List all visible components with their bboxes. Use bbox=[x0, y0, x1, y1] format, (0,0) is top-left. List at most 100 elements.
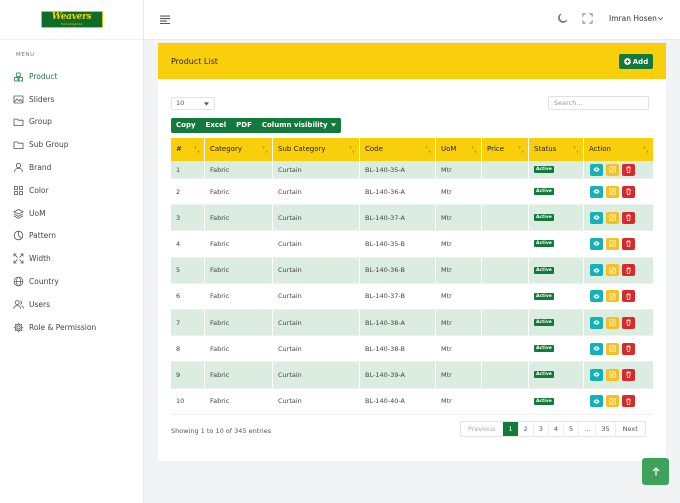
cell-price bbox=[482, 257, 529, 283]
sort-icon bbox=[643, 146, 649, 153]
cell-status: Active bbox=[529, 257, 584, 283]
edit-button[interactable] bbox=[606, 316, 619, 329]
sidebar-item-country[interactable]: Country bbox=[0, 270, 143, 293]
page-2[interactable]: 2 bbox=[519, 422, 534, 436]
view-button[interactable] bbox=[590, 395, 603, 408]
column-header-uom[interactable]: UoM bbox=[436, 138, 482, 161]
hamburger-menu-icon[interactable] bbox=[160, 15, 170, 24]
status-badge: Active bbox=[534, 166, 554, 173]
delete-button[interactable] bbox=[622, 185, 635, 198]
page-3[interactable]: 3 bbox=[534, 422, 549, 436]
delete-button[interactable] bbox=[622, 316, 635, 329]
view-button[interactable] bbox=[590, 211, 603, 224]
delete-button[interactable] bbox=[622, 395, 635, 408]
cell-uom: Mtr bbox=[436, 161, 482, 178]
sidebar-item-uom[interactable]: UoM bbox=[0, 202, 143, 225]
cell-no: 8 bbox=[171, 336, 205, 362]
edit-icon bbox=[609, 371, 616, 378]
view-button[interactable] bbox=[590, 316, 603, 329]
cell-code: BL-140-35-B bbox=[360, 231, 436, 257]
add-product-button[interactable]: Add bbox=[619, 54, 653, 69]
edit-button[interactable] bbox=[606, 264, 619, 277]
delete-button[interactable] bbox=[622, 368, 635, 381]
search-input[interactable]: Search... bbox=[548, 96, 649, 110]
sidebar-item-width[interactable]: Width bbox=[0, 247, 143, 270]
delete-button[interactable] bbox=[622, 290, 635, 303]
status-badge: Active bbox=[534, 188, 554, 196]
sort-icon bbox=[425, 146, 431, 153]
cell-code: BL-140-40-A bbox=[360, 388, 436, 414]
sidebar-item-label: Brand bbox=[29, 163, 52, 173]
column-header-category[interactable]: Category bbox=[205, 138, 273, 161]
page-length-select[interactable]: 10 bbox=[171, 97, 215, 110]
page-1[interactable]: 1 bbox=[503, 422, 519, 436]
edit-button[interactable] bbox=[606, 290, 619, 303]
edit-button[interactable] bbox=[606, 211, 619, 224]
sidebar-item-brand[interactable]: Brand bbox=[0, 156, 143, 179]
edit-button[interactable] bbox=[606, 342, 619, 355]
cell-uom: Mtr bbox=[436, 231, 482, 257]
cell-action bbox=[584, 284, 653, 309]
view-button[interactable] bbox=[590, 237, 603, 250]
edit-button[interactable] bbox=[606, 237, 619, 250]
view-button[interactable] bbox=[590, 163, 603, 176]
sidebar-item-pattern[interactable]: Pattern bbox=[0, 225, 143, 248]
menu-label: MENU bbox=[16, 52, 35, 58]
edit-button[interactable] bbox=[606, 163, 619, 176]
edit-button[interactable] bbox=[606, 368, 619, 381]
column-header-number[interactable]: # bbox=[171, 138, 205, 161]
cell-category: Fabric bbox=[205, 362, 273, 388]
delete-button[interactable] bbox=[622, 211, 635, 224]
view-button[interactable] bbox=[590, 264, 603, 277]
copy-button[interactable]: Copy bbox=[171, 118, 201, 133]
view-button[interactable] bbox=[590, 290, 603, 303]
excel-button[interactable]: Excel bbox=[201, 118, 232, 133]
sidebar-item-sub-group[interactable]: Sub Group bbox=[0, 133, 143, 156]
sidebar-item-group[interactable]: Group bbox=[0, 111, 143, 134]
page-previous[interactable]: Previous bbox=[461, 422, 504, 436]
folder-icon bbox=[13, 119, 24, 127]
page-35[interactable]: 35 bbox=[596, 422, 616, 436]
sidebar-item-users[interactable]: Users bbox=[0, 293, 143, 316]
view-button[interactable] bbox=[590, 368, 603, 381]
column-header-sub-category[interactable]: Sub Category bbox=[273, 138, 360, 161]
delete-button[interactable] bbox=[622, 237, 635, 250]
column-header-status[interactable]: Status bbox=[529, 138, 584, 161]
status-badge: Active bbox=[534, 214, 554, 222]
folder-icon bbox=[13, 141, 24, 150]
delete-button[interactable] bbox=[622, 264, 635, 277]
chevron-down-icon[interactable] bbox=[657, 15, 664, 22]
grid-icon bbox=[14, 185, 23, 195]
view-button[interactable] bbox=[590, 185, 603, 198]
trash-icon bbox=[626, 267, 631, 274]
scroll-to-top-button[interactable] bbox=[642, 458, 669, 485]
column-visibility-button[interactable]: Column visibility bbox=[257, 118, 331, 133]
sort-icon bbox=[573, 146, 579, 153]
column-header-action[interactable]: Action bbox=[584, 138, 653, 161]
page-5[interactable]: 5 bbox=[564, 422, 580, 436]
pdf-button[interactable]: PDF bbox=[231, 118, 257, 133]
view-button[interactable] bbox=[590, 342, 603, 355]
status-badge: Active bbox=[534, 266, 554, 274]
sidebar-item-sliders[interactable]: Sliders bbox=[0, 88, 143, 111]
edit-button[interactable] bbox=[606, 395, 619, 408]
delete-button[interactable] bbox=[622, 342, 635, 355]
sidebar-item-product[interactable]: Product bbox=[0, 65, 143, 88]
fullscreen-icon[interactable] bbox=[582, 13, 593, 24]
user-name[interactable]: Imran Hosen bbox=[609, 14, 657, 23]
brand-logo[interactable]: Weavers Furnishing Ltd bbox=[40, 11, 103, 28]
dark-mode-moon-icon[interactable] bbox=[557, 13, 568, 24]
column-header-code[interactable]: Code bbox=[360, 138, 436, 161]
column-header-price[interactable]: Price bbox=[482, 138, 529, 161]
edit-button[interactable] bbox=[606, 185, 619, 198]
cell-uom: Mtr bbox=[436, 257, 482, 283]
page-next[interactable]: Next bbox=[616, 422, 645, 436]
cell-sub-category: Curtain bbox=[273, 179, 360, 205]
sidebar-nav: Product Sliders Group Sub Group Brand Color Uo… bbox=[0, 65, 143, 339]
delete-button[interactable] bbox=[622, 163, 635, 176]
globe-icon bbox=[13, 276, 24, 287]
sidebar-item-color[interactable]: Color bbox=[0, 179, 143, 202]
sidebar-item-role-permission[interactable]: Role & Permission bbox=[0, 316, 143, 339]
page-4[interactable]: 4 bbox=[549, 422, 565, 436]
table-body: 1 Fabric Curtain BL-140-35-A Mtr Active 2 Fabri… bbox=[171, 161, 653, 415]
